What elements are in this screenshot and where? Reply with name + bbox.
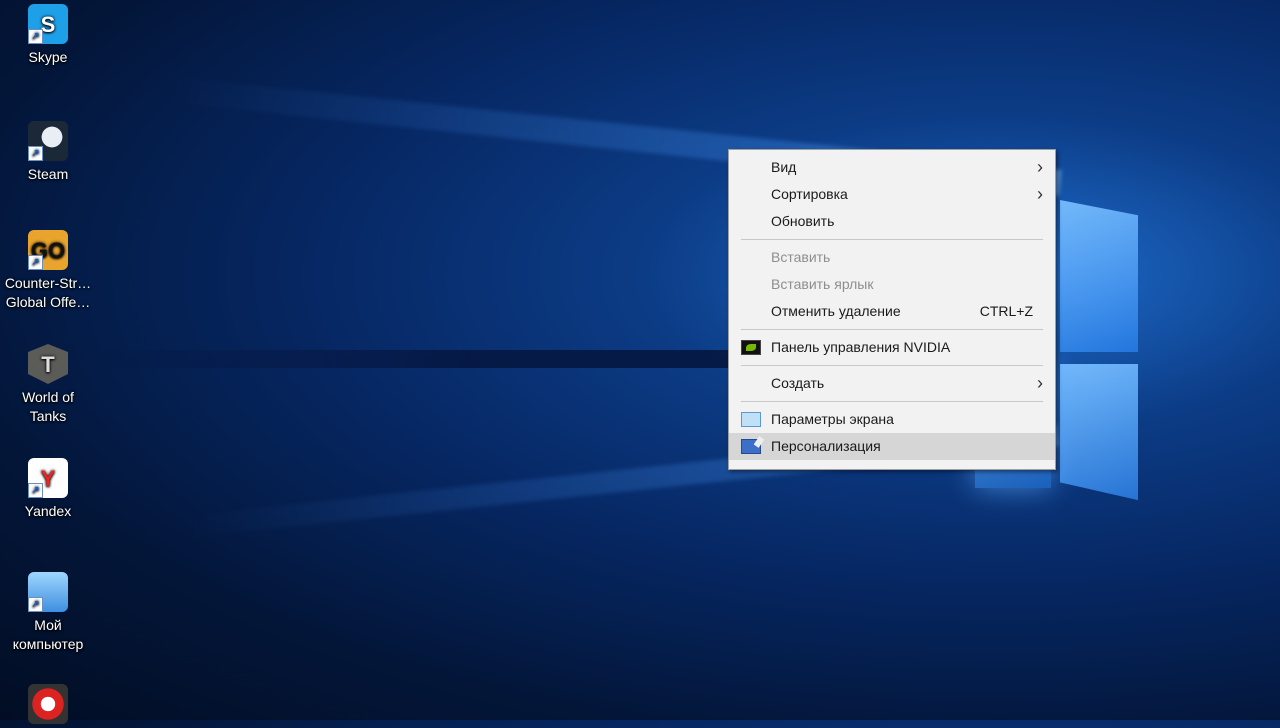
shortcut-arrow-icon: ↗ (28, 483, 43, 498)
desktop-icon-app[interactable] (0, 684, 96, 728)
menu-item-display-settings[interactable]: Параметры экрана (729, 406, 1055, 433)
menu-item-label: Вид (771, 159, 797, 175)
desktop-icon-my-computer[interactable]: ↗ Мой компьютер (0, 572, 96, 654)
menu-separator (741, 401, 1043, 402)
yandex-icon: Y ↗ (28, 458, 68, 498)
desktop-icon-label: World of Tanks (22, 389, 74, 424)
app-icon (28, 684, 68, 724)
menu-item-create[interactable]: Создать › (729, 370, 1055, 397)
desktop-icon-skype[interactable]: S ↗ Skype (0, 4, 96, 67)
shortcut-arrow-icon: ↗ (28, 29, 43, 44)
menu-item-view[interactable]: Вид › (729, 154, 1055, 181)
desktop-wallpaper (0, 0, 1280, 720)
desktop-icon-label: Counter-Str… Global Offe… (4, 275, 92, 310)
menu-separator (741, 239, 1043, 240)
desktop-icon-label: Skype (28, 49, 68, 65)
menu-item-label: Панель управления NVIDIA (771, 339, 951, 355)
menu-item-label: Параметры экрана (771, 411, 894, 427)
menu-item-label: Создать (771, 375, 825, 391)
shortcut-key: CTRL+Z (979, 303, 1033, 319)
menu-item-label: Персонализация (771, 438, 881, 454)
display-settings-icon (741, 412, 761, 427)
windows-logo-pane (1060, 364, 1138, 501)
steam-icon: ↗ (28, 121, 68, 161)
menu-item-sort[interactable]: Сортировка › (729, 181, 1055, 208)
menu-item-label: Вставить ярлык (771, 276, 874, 292)
menu-item-label: Сортировка (771, 186, 848, 202)
desktop-icon-csgo[interactable]: GO ↗ Counter-Str… Global Offe… (0, 230, 96, 312)
menu-item-nvidia-control-panel[interactable]: Панель управления NVIDIA (729, 334, 1055, 361)
nvidia-icon (741, 340, 761, 355)
desktop-icon-label: Steam (27, 166, 69, 182)
menu-item-undo-delete[interactable]: Отменить удаление CTRL+Z (729, 298, 1055, 325)
desktop-icon-yandex[interactable]: Y ↗ Yandex (0, 458, 96, 521)
shortcut-arrow-icon: ↗ (28, 597, 43, 612)
menu-item-paste-shortcut: Вставить ярлык (729, 271, 1055, 298)
menu-item-label: Отменить удаление (771, 303, 901, 319)
menu-item-paste: Вставить (729, 244, 1055, 271)
chevron-right-icon: › (1037, 184, 1043, 204)
menu-item-personalization[interactable]: Персонализация (729, 433, 1055, 460)
shortcut-arrow-icon: ↗ (28, 146, 43, 161)
menu-item-label: Обновить (771, 213, 835, 229)
desktop-icon-label: Мой компьютер (12, 617, 84, 652)
desktop-icon-world-of-tanks[interactable]: T World of Tanks (0, 344, 96, 426)
windows-logo-pane (1060, 200, 1138, 352)
chevron-right-icon: › (1037, 373, 1043, 393)
desktop-context-menu: Вид › Сортировка › Обновить Вставить Вст… (728, 149, 1056, 470)
menu-separator (741, 329, 1043, 330)
menu-item-refresh[interactable]: Обновить (729, 208, 1055, 235)
desktop-icon-steam[interactable]: ↗ Steam (0, 121, 96, 184)
menu-item-label: Вставить (771, 249, 831, 265)
chevron-right-icon: › (1037, 157, 1043, 177)
desktop-icon-label: Yandex (24, 503, 72, 519)
personalization-icon (741, 439, 761, 454)
menu-separator (741, 365, 1043, 366)
my-computer-icon: ↗ (28, 572, 68, 612)
csgo-icon: GO ↗ (28, 230, 68, 270)
shortcut-arrow-icon: ↗ (28, 255, 43, 270)
skype-icon: S ↗ (28, 4, 68, 44)
world-of-tanks-icon: T (28, 344, 68, 384)
